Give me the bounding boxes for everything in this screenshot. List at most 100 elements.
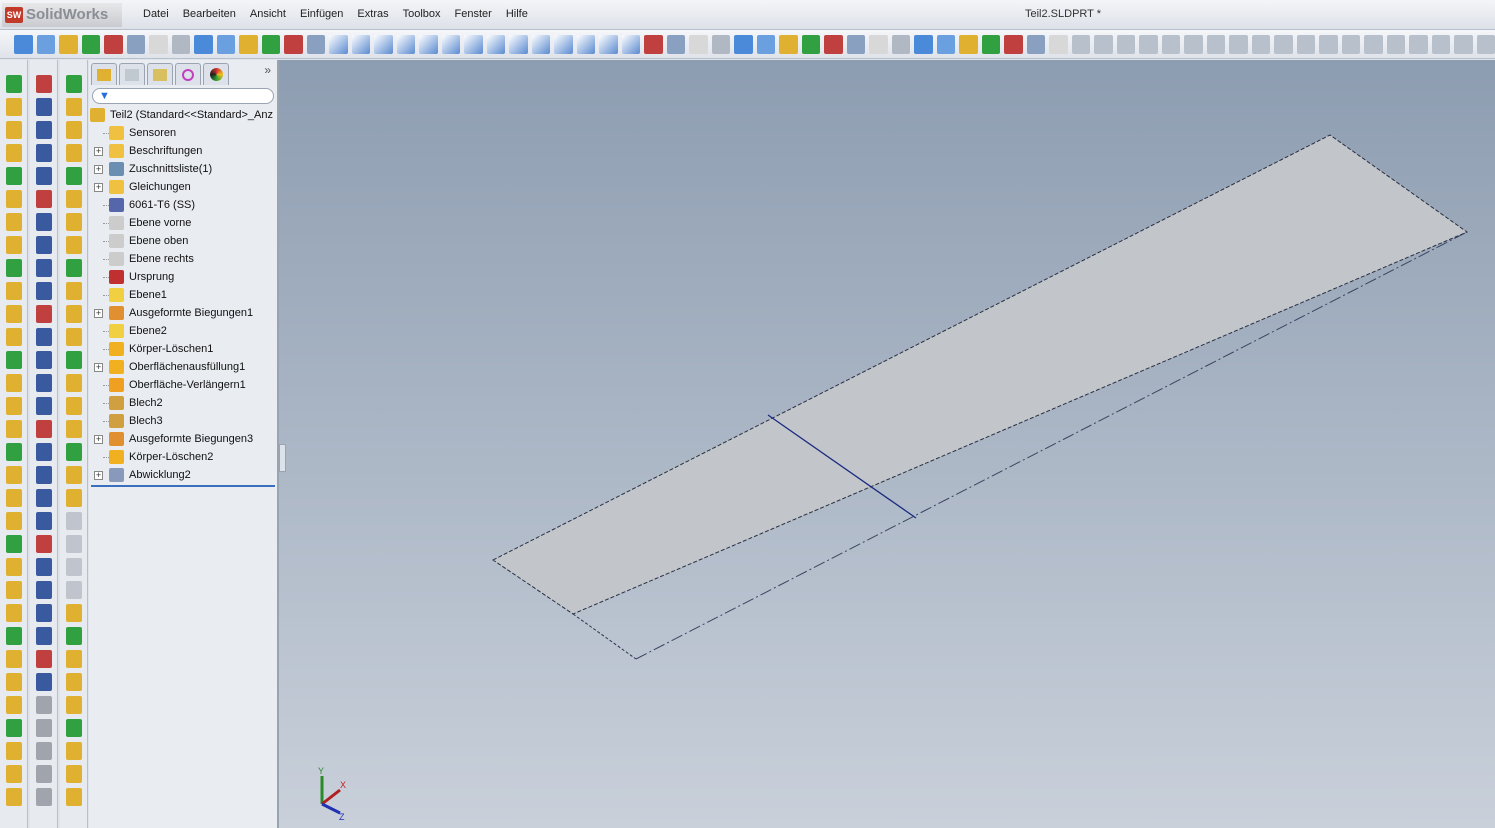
toolbar-button-icon[interactable] xyxy=(126,34,145,54)
toolbar-button-icon[interactable] xyxy=(576,34,595,54)
tool-icon[interactable] xyxy=(5,75,22,93)
toolbar-button-icon[interactable] xyxy=(1274,34,1293,54)
tool-icon[interactable] xyxy=(35,121,52,139)
toolbar-button-icon[interactable] xyxy=(81,34,100,54)
toolbar-button-icon[interactable] xyxy=(824,34,843,54)
tree-item[interactable]: Ebene2 xyxy=(89,322,277,340)
expand-icon[interactable]: + xyxy=(94,147,103,156)
tool-icon[interactable] xyxy=(5,236,22,254)
tool-icon[interactable] xyxy=(65,351,82,369)
tab-configuration-manager[interactable] xyxy=(147,63,173,85)
toolbar-button-icon[interactable] xyxy=(1476,34,1495,54)
toolbar-button-icon[interactable] xyxy=(1251,34,1270,54)
toolbar-button-icon[interactable] xyxy=(1386,34,1405,54)
toolbar-button-icon[interactable] xyxy=(711,34,730,54)
tree-item[interactable]: Blech2 xyxy=(89,394,277,412)
tool-icon[interactable] xyxy=(5,282,22,300)
toolbar-button-icon[interactable] xyxy=(734,34,753,54)
tool-icon[interactable] xyxy=(5,489,22,507)
tool-icon[interactable] xyxy=(35,466,52,484)
toolbar-button-icon[interactable] xyxy=(1161,34,1180,54)
tool-icon[interactable] xyxy=(5,305,22,323)
toolbar-button-icon[interactable] xyxy=(464,34,483,54)
tool-icon[interactable] xyxy=(65,558,82,576)
tree-item[interactable]: Ebene1 xyxy=(89,286,277,304)
tool-icon[interactable] xyxy=(65,328,82,346)
toolbar-button-icon[interactable] xyxy=(846,34,865,54)
tool-icon[interactable] xyxy=(35,604,52,622)
tool-icon[interactable] xyxy=(65,604,82,622)
expand-icon[interactable]: + xyxy=(94,471,103,480)
toolbar-button-icon[interactable] xyxy=(1319,34,1338,54)
toolbar-button-icon[interactable] xyxy=(621,34,640,54)
tool-icon[interactable] xyxy=(65,512,82,530)
tool-icon[interactable] xyxy=(5,558,22,576)
tool-icon[interactable] xyxy=(35,190,52,208)
tool-icon[interactable] xyxy=(35,443,52,461)
toolbar-button-icon[interactable] xyxy=(441,34,460,54)
toolbar-button-icon[interactable] xyxy=(396,34,415,54)
toolbar-button-icon[interactable] xyxy=(374,34,393,54)
tool-icon[interactable] xyxy=(65,489,82,507)
graphics-viewport[interactable]: Y X Z xyxy=(279,60,1495,828)
toolbar-button-icon[interactable] xyxy=(216,34,235,54)
tree-item[interactable]: + Zuschnittsliste(1) xyxy=(89,160,277,178)
tool-icon[interactable] xyxy=(5,627,22,645)
expand-icon[interactable]: + xyxy=(94,309,103,318)
tool-icon[interactable] xyxy=(35,420,52,438)
tool-icon[interactable] xyxy=(35,305,52,323)
toolbar-button-icon[interactable] xyxy=(104,34,123,54)
expand-icon[interactable]: + xyxy=(94,183,103,192)
tool-icon[interactable] xyxy=(5,535,22,553)
toolbar-button-icon[interactable] xyxy=(1341,34,1360,54)
menu-extras[interactable]: Extras xyxy=(350,8,395,20)
tool-icon[interactable] xyxy=(65,535,82,553)
toolbar-button-icon[interactable] xyxy=(149,34,168,54)
menu-bearbeiten[interactable]: Bearbeiten xyxy=(176,8,243,20)
tool-icon[interactable] xyxy=(5,673,22,691)
tool-icon[interactable] xyxy=(5,604,22,622)
tool-icon[interactable] xyxy=(35,489,52,507)
toolbar-button-icon[interactable] xyxy=(914,34,933,54)
tool-icon[interactable] xyxy=(65,742,82,760)
tab-display-manager[interactable] xyxy=(203,63,229,85)
tool-icon[interactable] xyxy=(65,98,82,116)
toolbar-button-icon[interactable] xyxy=(419,34,438,54)
expand-icon[interactable]: + xyxy=(94,435,103,444)
toolbar-button-icon[interactable] xyxy=(531,34,550,54)
tool-icon[interactable] xyxy=(5,144,22,162)
toolbar-button-icon[interactable] xyxy=(261,34,280,54)
toolbar-button-icon[interactable] xyxy=(666,34,685,54)
tool-icon[interactable] xyxy=(35,397,52,415)
tool-icon[interactable] xyxy=(5,512,22,530)
tool-icon[interactable] xyxy=(35,581,52,599)
tool-icon[interactable] xyxy=(65,765,82,783)
menu-datei[interactable]: Datei xyxy=(136,8,176,20)
toolbar-button-icon[interactable] xyxy=(869,34,888,54)
toolbar-button-icon[interactable] xyxy=(1431,34,1450,54)
tool-icon[interactable] xyxy=(65,144,82,162)
tab-feature-manager[interactable] xyxy=(91,63,117,85)
tool-icon[interactable] xyxy=(5,98,22,116)
expand-icon[interactable]: + xyxy=(94,165,103,174)
tool-icon[interactable] xyxy=(35,144,52,162)
tool-icon[interactable] xyxy=(35,535,52,553)
tool-icon[interactable] xyxy=(5,581,22,599)
tool-icon[interactable] xyxy=(65,121,82,139)
tree-item[interactable]: + Gleichungen xyxy=(89,178,277,196)
toolbar-button-icon[interactable] xyxy=(1364,34,1383,54)
toolbar-button-icon[interactable] xyxy=(1139,34,1158,54)
tool-icon[interactable] xyxy=(35,650,52,668)
tree-item[interactable]: Körper-Löschen2 xyxy=(89,448,277,466)
toolbar-button-icon[interactable] xyxy=(36,34,55,54)
tree-item[interactable]: + Oberflächenausfüllung1 xyxy=(89,358,277,376)
tool-icon[interactable] xyxy=(65,374,82,392)
toolbar-button-icon[interactable] xyxy=(59,34,78,54)
tool-icon[interactable] xyxy=(65,236,82,254)
tool-icon[interactable] xyxy=(35,696,52,714)
toolbar-button-icon[interactable] xyxy=(779,34,798,54)
tool-icon[interactable] xyxy=(5,328,22,346)
toolbar-button-icon[interactable] xyxy=(171,34,190,54)
toolbar-button-icon[interactable] xyxy=(936,34,955,54)
tool-icon[interactable] xyxy=(35,213,52,231)
